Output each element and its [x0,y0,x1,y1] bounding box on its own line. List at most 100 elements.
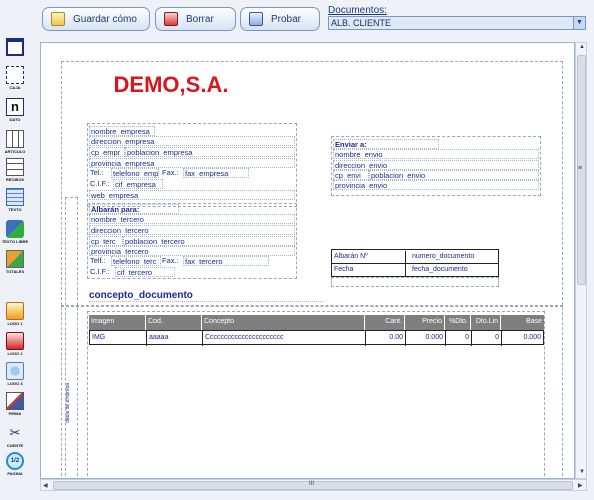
detail-area[interactable] [87,311,545,478]
tool-label: PAGINA [7,471,23,476]
customer-fax-field[interactable]: fax_tercero [183,256,269,266]
totals-icon [6,250,24,268]
scroll-down-icon[interactable]: ▼ [579,469,585,475]
free-text-icon [6,220,24,238]
tool-articulo[interactable]: ARTICULO [3,130,27,154]
customer-cif-field[interactable]: cif_tercero [115,267,175,277]
shipping-address-field[interactable]: direccion_envio [333,160,539,170]
delete-button[interactable]: Borrar [155,7,236,31]
company-phone-field[interactable]: telefono_emp [111,168,159,178]
tool-label: TEXTO LIBRE [1,239,29,244]
preview-icon [249,12,263,26]
tool-label: DATO [9,117,21,122]
delete-icon [164,12,178,26]
doc-number-field[interactable]: numero_documento [410,251,498,263]
company-province-field[interactable]: provincia_empresa [89,158,295,168]
chevron-down-icon[interactable]: ▼ [573,17,585,29]
company-city-field[interactable]: poblacion_empresa [125,147,295,157]
tool-totales[interactable]: TOTALES [3,250,27,274]
tool-label: LOGO 1 [7,321,23,326]
customer-phone-field[interactable]: telefono_terc [111,256,161,266]
save-as-button[interactable]: Guardar cómo [42,7,150,31]
customer-fax-label: Fax.: [162,256,179,265]
shipping-province-field[interactable]: provincia_envio [333,180,539,190]
scroll-right-icon[interactable]: ▶ [578,482,583,489]
tool-pagina[interactable]: 1/2 PAGINA [3,452,27,476]
document-info-box[interactable]: Albarán Nº numero_documento Fecha fecha_… [331,249,499,277]
vertical-scrollbar[interactable]: ▲ ≡ ▼ [575,42,587,479]
company-web-field[interactable]: web_empresa [89,190,295,200]
tool-label: FIRMA [8,411,22,416]
shipping-cp-field[interactable]: cp_envi [333,170,369,180]
documents-select[interactable]: ALB. CLIENTE ▼ [328,16,586,30]
doc-date-field[interactable]: fecha_documento [410,264,498,276]
company-cif-field[interactable]: cif_empresa [113,179,163,189]
document-info-guide [331,277,499,287]
company-cp-field[interactable]: cp_empr [89,147,125,157]
customer-cp-field[interactable]: cp_terc [89,236,123,246]
tool-texto[interactable]: TEXTO [3,188,27,212]
tool-label: CAJA [9,85,21,90]
tool-dato[interactable]: n DATO [3,98,27,122]
tool-caja[interactable]: CAJA [3,66,27,90]
tool-label: RECIBOS [5,177,25,182]
company-tel-label: Tel.: [90,168,104,177]
concept-field[interactable]: concepto_documento [89,290,323,302]
customer-title: Albarán para: [89,204,179,214]
scroll-left-icon[interactable]: ◀ [43,482,48,489]
tool-label: LOGO 2 [7,351,23,356]
documents-label: Documentos: [328,5,387,16]
customer-name-field[interactable]: nombre_tercero [89,214,295,224]
tool-firma[interactable]: FIRMA [3,392,27,416]
article-grid-icon [6,130,24,148]
logo-2-icon [6,332,24,350]
documents-selected-value: ALB. CLIENTE [331,18,392,28]
tool-recibos[interactable]: RECIBOS [3,158,27,182]
customer-city-field[interactable]: poblacion_tercero [123,236,295,246]
company-logo[interactable]: DEMO,S.A. [89,63,253,107]
logo-3-icon [6,362,24,380]
tool-label: TOTALES [5,269,25,274]
doc-number-label: Albarán Nº [332,251,406,263]
client-scissors-icon: ✂ [9,425,21,440]
company-cif-label: C.I.F.: [90,179,110,188]
tool-texto-libre[interactable]: TEXTO LIBRE [1,220,29,244]
tool-logo-2[interactable]: LOGO 2 [3,332,27,356]
save-as-label: Guardar cómo [73,13,137,25]
signature-pen-icon [6,392,24,410]
company-address-field[interactable]: direccion_empresa [89,136,295,146]
delete-label: Borrar [186,13,214,25]
data-field-icon: n [6,98,24,116]
customer-province-field[interactable]: provincia_tercero [89,246,295,256]
scroll-grip: ≡ [578,165,583,172]
shipping-city-field[interactable]: poblacion_envio [369,170,539,180]
test-label: Probar [271,13,302,25]
logo-1-icon [6,302,24,320]
horizontal-scrollbar[interactable]: ◀ III ▶ [40,479,587,491]
tool-label: LOGO 3 [7,381,23,386]
tool-label: ARTICULO [4,149,26,154]
side-band-text: datos de empresa [65,382,71,423]
tool-label: TEXTO [8,207,22,212]
page-frame-icon [6,38,24,56]
scroll-grip: III [309,481,315,487]
company-fax-field[interactable]: fax_empresa [183,168,249,178]
tool-logo-1[interactable]: LOGO 1 [3,302,27,326]
detail-divider [61,305,563,307]
company-fax-label: Fax.: [162,168,179,177]
tool-logo-3[interactable]: LOGO 3 [3,362,27,386]
text-block-icon [6,188,24,206]
scroll-up-icon[interactable]: ▲ [579,44,585,50]
page-magnifier-icon: 1/2 [6,452,24,470]
shipping-title: Enviar a: [333,139,439,149]
shipping-name-field[interactable]: nombre_envio [333,149,539,159]
box-icon [6,66,24,84]
customer-tel-label: Telf.: [90,256,106,265]
company-name-field[interactable]: nombre_empresa [89,126,155,136]
tool-label: CUENTE [6,443,24,448]
test-button[interactable]: Probar [240,7,320,31]
report-canvas[interactable]: DEMO,S.A. nombre_empresa direccion_empre… [40,42,575,479]
customer-address-field[interactable]: direccion_tercero [89,225,295,235]
tool-cliente[interactable]: ✂ CUENTE [3,424,27,448]
tool-page[interactable] [3,38,27,56]
